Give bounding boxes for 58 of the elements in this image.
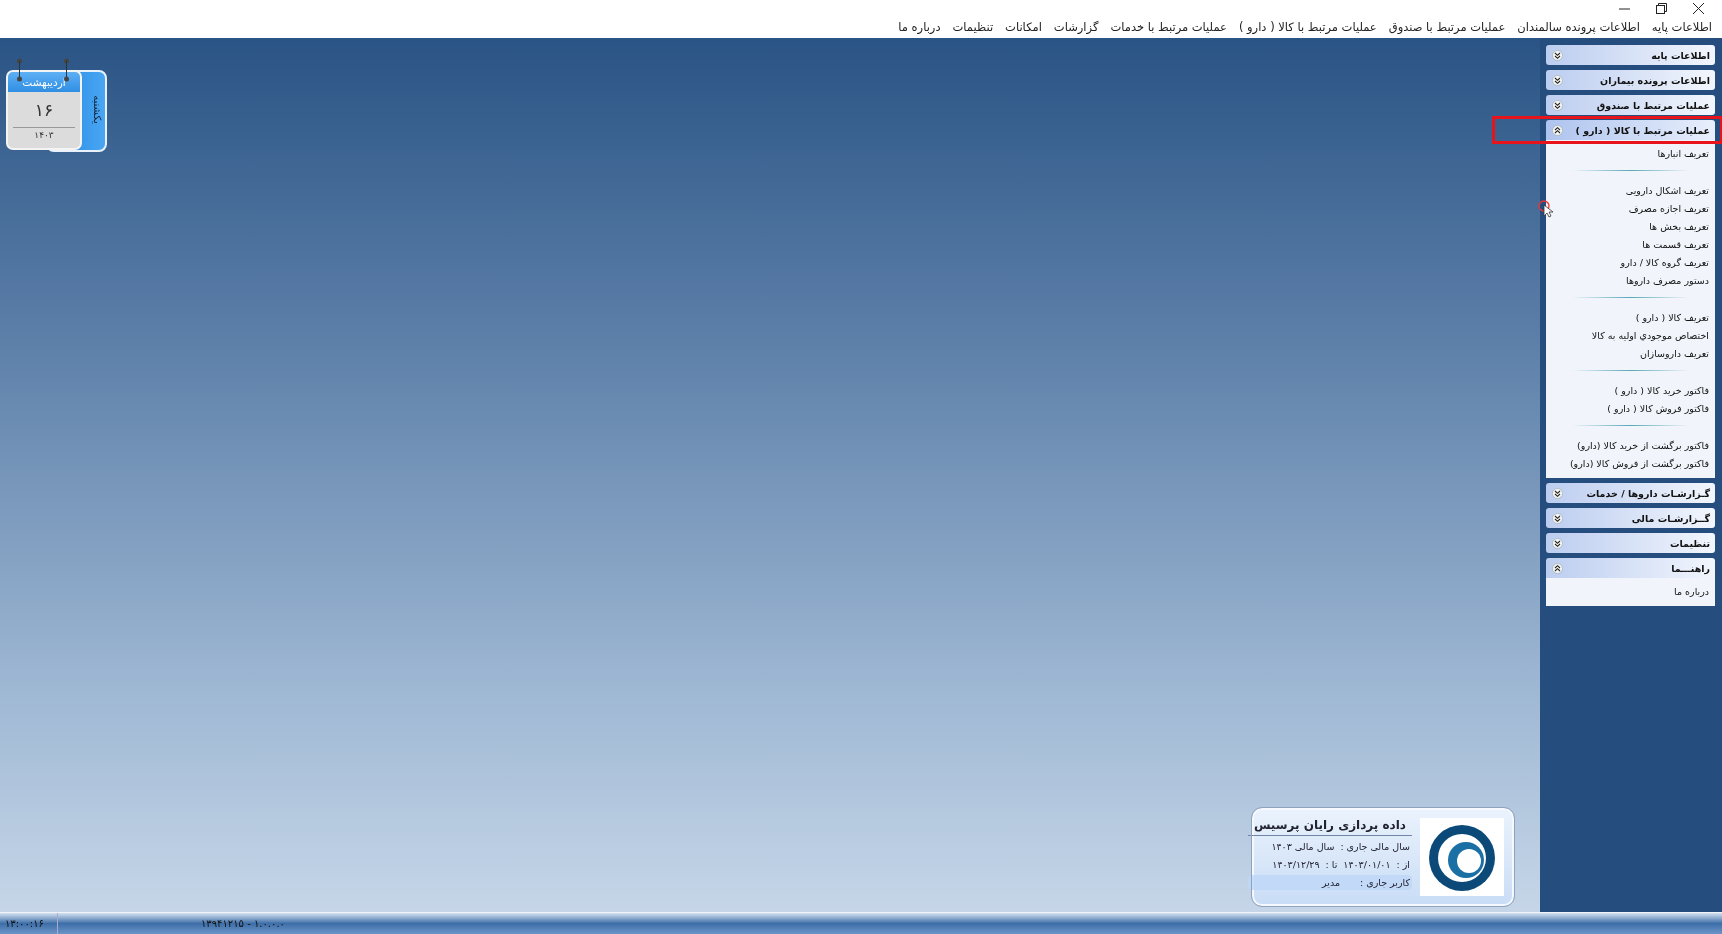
menu-item[interactable]: درباره ما (898, 20, 941, 34)
expand-icon (1552, 512, 1563, 524)
menu-item[interactable]: عملیات مرتبط با کالا ( دارو ) (1238, 20, 1377, 34)
sidebar-item[interactable]: تعریف انبارها (1552, 144, 1709, 162)
fiscal-year-label: سال مالی جاری : (1340, 841, 1410, 852)
sidebar-item[interactable]: تعریف گروه کالا / دارو (1552, 253, 1709, 271)
sidebar-section-header[interactable]: عملیات مرتبط با صندوق (1546, 95, 1715, 115)
status-version: ۱۳۹۴۱۲۱۵ - ۱.۰.۰.۰ (201, 918, 285, 929)
expand-icon (1552, 537, 1563, 549)
menu-item[interactable]: عملیات مرتبط با صندوق (1388, 20, 1506, 34)
sidebar-item[interactable]: فاکتور خرید کالا ( دارو ) (1552, 381, 1709, 399)
pin-icon (63, 58, 70, 82)
from-date: ۱۴۰۳/۰۱/۰۱ (1343, 859, 1391, 870)
sidebar-item[interactable]: تعریف کالا ( دارو ) (1552, 308, 1709, 326)
calendar-weekday: یکشنبه (91, 94, 103, 126)
sidebar-item[interactable]: تعریف اشکال دارویی (1552, 181, 1709, 199)
from-label: از : (1396, 859, 1410, 870)
company-name: داده پردازی رایان پرسیس (1247, 818, 1412, 836)
expand-icon (1552, 49, 1563, 61)
menu-item[interactable]: اطلاعات پایه (1651, 20, 1712, 34)
sidebar-item[interactable]: تعریف قسمت ها (1552, 235, 1709, 253)
sidebar-section-header[interactable]: تنظیمات (1546, 533, 1715, 553)
sidebar-item[interactable]: تعریف اجازه مصرف (1552, 199, 1709, 217)
expand-icon (1552, 487, 1563, 499)
pin-icon (16, 58, 23, 82)
calendar-year: ۱۴۰۳ (34, 130, 54, 140)
sidebar-item[interactable]: تعریف بخش ها (1552, 217, 1709, 235)
collapse-icon (1552, 124, 1563, 136)
sidebar-item[interactable]: فاکتور برگشت از فروش کالا (دارو) (1552, 454, 1709, 472)
sidebar-section-header[interactable]: گــزارشـات مالی (1546, 508, 1715, 528)
sidebar-item[interactable]: فاکتور برگشت از خرید کالا (دارو) (1552, 436, 1709, 454)
collapse-icon (1552, 562, 1563, 574)
sidebar-item[interactable]: فاکتور فروش کالا ( دارو ) (1552, 399, 1709, 417)
sidebar-section-header[interactable]: گـزارشـات داروها / خدمات (1546, 483, 1715, 503)
sidebar-section-header[interactable]: اطلاعات پایه (1546, 45, 1715, 65)
status-time: ۱۳:۰۰:۱۶ (0, 913, 58, 934)
expand-icon (1552, 74, 1563, 86)
menu-item[interactable]: گزارشات (1053, 20, 1099, 34)
close-icon (1693, 3, 1704, 14)
to-date: ۱۴۰۳/۱۲/۲۹ (1272, 859, 1320, 870)
to-label: تا : (1325, 859, 1338, 870)
sidebar-item[interactable]: دستور مصرف داروها (1552, 271, 1709, 289)
sidebar-section-header[interactable]: اطلاعات پرونده بیماران (1546, 70, 1715, 90)
restore-icon (1656, 3, 1667, 14)
menu-item[interactable]: عملیات مرتبط با خدمات (1110, 20, 1227, 34)
user-name: مدیر (1322, 877, 1341, 888)
sidebar-item[interactable]: تعریف داروسازان (1552, 344, 1709, 362)
sidebar-section-header[interactable]: عملیات مرتبط با کالا ( دارو ) (1546, 120, 1715, 140)
fiscal-year: سال مالی ۱۴۰۳ (1271, 841, 1335, 852)
menu-item[interactable]: تنظیمات (952, 20, 994, 34)
sidebar-item[interactable]: اختصاص موجودي اولیه به کالا (1552, 326, 1709, 344)
menu-item[interactable]: امکانات (1005, 20, 1042, 34)
user-label: کاربر جاری : (1360, 877, 1410, 888)
calendar-month: اردیبهشت (22, 76, 66, 88)
menu-item[interactable]: اطلاعات پرونده سالمندان (1517, 20, 1640, 34)
calendar-day: ۱۶ (34, 100, 54, 120)
sidebar-section-header[interactable]: راهنـــما (1546, 558, 1715, 578)
expand-icon (1552, 99, 1563, 111)
